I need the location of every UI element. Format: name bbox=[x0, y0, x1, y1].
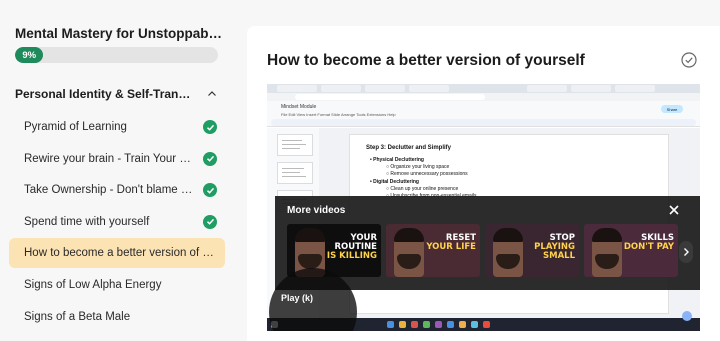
browser-tab-strip bbox=[267, 84, 700, 93]
lesson-item[interactable]: Take Ownership - Don't blame others bbox=[9, 175, 225, 205]
check-circle-icon bbox=[203, 120, 217, 134]
thumbnail-hair bbox=[295, 228, 325, 242]
video-thumbnail-card[interactable]: STOP PLAYING SMALL bbox=[485, 224, 579, 277]
lesson-item[interactable]: Spend time with yourself bbox=[9, 207, 225, 237]
lesson-item-label: Signs of Low Alpha Energy bbox=[24, 279, 162, 291]
lesson-item-label: How to become a better version of yourse… bbox=[24, 247, 216, 260]
browser-tab bbox=[409, 85, 449, 92]
thumbnail-caption-line2: DON'T PAY bbox=[623, 242, 674, 252]
lesson-item[interactable]: Signs of a Beta Male bbox=[9, 302, 225, 332]
lesson-content: How to become a better version of yourse… bbox=[247, 26, 720, 341]
thumbnail-caption: SKILLS DON'T PAY bbox=[622, 234, 674, 252]
more-videos-title: More videos bbox=[287, 205, 346, 216]
app-icon bbox=[459, 321, 466, 328]
close-icon[interactable] bbox=[667, 203, 681, 217]
video-thumbnail-card[interactable]: SKILLS DON'T PAY bbox=[584, 224, 678, 277]
section-header[interactable]: Personal Identity & Self-Transformation bbox=[15, 87, 225, 103]
browser-tab bbox=[527, 85, 567, 92]
course-title: Mental Mastery for Unstoppable Growth bbox=[15, 26, 225, 41]
chevron-right-icon bbox=[684, 248, 689, 256]
thumbnail-caption-line2: PLAYING SMALL bbox=[534, 242, 575, 261]
course-sidebar: Mental Mastery for Unstoppable Growth 9%… bbox=[0, 0, 235, 341]
slide-thumbnail bbox=[277, 134, 313, 156]
app-icon bbox=[399, 321, 406, 328]
app-icon bbox=[423, 321, 430, 328]
course-progress-bar: 9% bbox=[15, 47, 218, 63]
lesson-item-label: Pyramid of Learning bbox=[24, 121, 127, 133]
slides-toolbar bbox=[271, 119, 696, 126]
lesson-item[interactable]: Pyramid of Learning bbox=[9, 112, 225, 142]
doc-name: Mindset Module bbox=[281, 104, 317, 110]
app-icon bbox=[447, 321, 454, 328]
mark-complete-icon[interactable] bbox=[681, 52, 697, 68]
thumbnail-caption: YOUR ROUTINE IS KILLING bbox=[325, 234, 377, 261]
lesson-title: How to become a better version of yourse… bbox=[267, 52, 585, 69]
video-thumbnail-card[interactable]: RESET YOUR LIFE bbox=[386, 224, 480, 277]
app-icon bbox=[435, 321, 442, 328]
thumbnail-hair bbox=[394, 228, 424, 242]
thumbnail-caption: STOP PLAYING SMALL bbox=[523, 234, 575, 261]
app-icon bbox=[387, 321, 394, 328]
thumbnail-hair bbox=[592, 228, 622, 242]
thumbnail-hair bbox=[493, 228, 523, 242]
lesson-item-label: Spend time with yourself bbox=[24, 215, 150, 228]
video-player[interactable]: Mindset Module File Edit View Insert For… bbox=[267, 84, 700, 331]
app-icon bbox=[483, 321, 490, 328]
course-progress-fill: 9% bbox=[15, 47, 44, 63]
play-tooltip-label: Play (k) bbox=[281, 293, 314, 303]
section-title: Personal Identity & Self-Transformation bbox=[15, 87, 191, 101]
lesson-item[interactable]: How to become a better version of yourse… bbox=[9, 238, 225, 269]
browser-tab bbox=[277, 85, 317, 92]
browser-tab bbox=[321, 85, 361, 92]
lesson-item-label: Signs of a Beta Male bbox=[24, 310, 131, 323]
thumbnail-caption-line2: YOUR LIFE bbox=[426, 242, 476, 252]
slide-text-line: • Digital Decluttering bbox=[370, 179, 419, 185]
doc-menu: File Edit View Insert Format Slide Arran… bbox=[281, 112, 396, 117]
app-icon bbox=[471, 321, 478, 328]
check-circle-icon bbox=[203, 214, 217, 229]
slide-text-line: ○ Clean up your online presence bbox=[386, 186, 459, 192]
slide-text-line: ○ Remove unnecessary possessions bbox=[386, 171, 468, 177]
browser-tab bbox=[615, 85, 655, 92]
assistant-icon bbox=[682, 311, 692, 321]
thumbnail-caption: RESET YOUR LIFE bbox=[424, 234, 476, 252]
chevron-up-icon[interactable] bbox=[207, 89, 217, 99]
lesson-item[interactable]: Signs of Low Alpha Energy bbox=[9, 270, 225, 300]
check-circle-icon bbox=[203, 151, 217, 166]
browser-tab bbox=[365, 85, 405, 92]
thumbnail-caption-line2: IS KILLING bbox=[326, 251, 377, 261]
course-progress-label: 9% bbox=[22, 49, 37, 61]
app-icon bbox=[411, 321, 418, 328]
slide-text-line: • Physical Decluttering bbox=[370, 157, 424, 163]
share-button: Share bbox=[661, 105, 683, 113]
next-videos-button[interactable] bbox=[679, 241, 693, 263]
slide-text-line: Step 3: Declutter and Simplify bbox=[366, 145, 452, 151]
slide-thumbnail bbox=[277, 162, 313, 184]
browser-tab bbox=[571, 85, 611, 92]
browser-url-field bbox=[295, 94, 485, 100]
thumbnail-caption-line1: YOUR ROUTINE bbox=[334, 233, 377, 252]
lesson-item-label: Take Ownership - Don't blame others bbox=[24, 184, 194, 197]
check-circle-icon bbox=[203, 183, 217, 198]
lesson-item-label: Rewire your brain - Train Your Subconsci… bbox=[24, 152, 194, 165]
slide-text-line: ○ Organize your living space bbox=[386, 164, 450, 170]
lesson-item[interactable]: Rewire your brain - Train Your Subconsci… bbox=[9, 144, 225, 174]
